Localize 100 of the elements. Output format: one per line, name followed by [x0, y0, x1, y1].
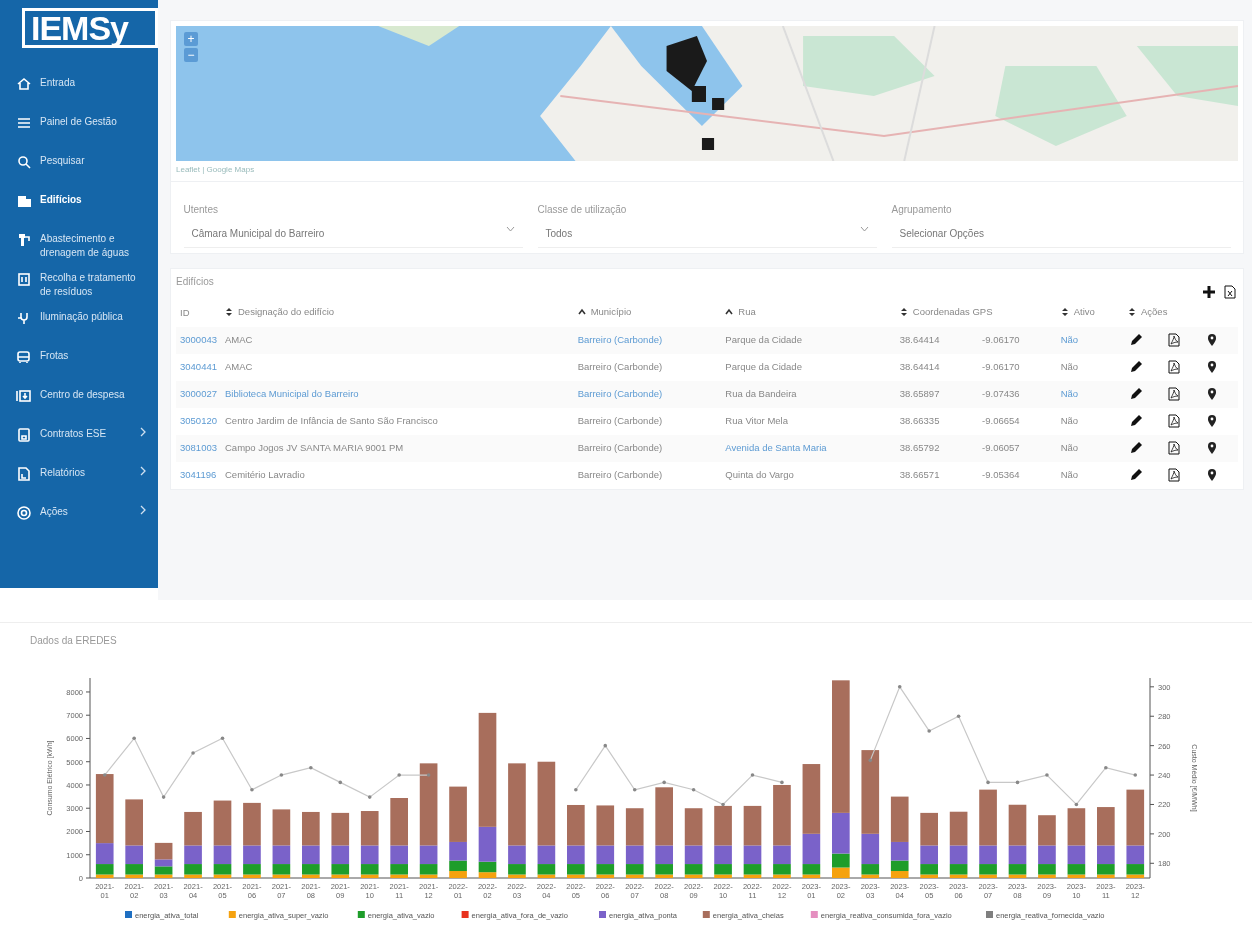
- table-cell: Não: [1060, 360, 1079, 372]
- line-point: [279, 773, 284, 777]
- sidebar-item[interactable]: Painel de Gestão: [0, 115, 158, 154]
- sort-icon[interactable]: [225, 306, 233, 317]
- chevron-icon: [505, 225, 515, 232]
- id-link[interactable]: 3050120: [180, 414, 217, 426]
- line-point: [750, 773, 755, 777]
- line-point: [397, 773, 401, 777]
- legend-swatch: [357, 911, 365, 918]
- chevron-icon: [140, 505, 146, 515]
- sidebar-item[interactable]: Entrada: [0, 76, 158, 115]
- table-cell: Barreiro (Carbonde): [577, 441, 663, 453]
- column-header: Rua: [738, 304, 756, 319]
- add-button[interactable]: [1201, 283, 1217, 300]
- table-cell: -9.06654: [982, 414, 1020, 426]
- legend-swatch: [702, 911, 710, 918]
- building-link[interactable]: Biblioteca Municipal do Barreiro: [225, 387, 359, 399]
- table-cell: Não: [1060, 414, 1079, 426]
- line-point: [1074, 802, 1079, 807]
- target-icon: [16, 505, 32, 521]
- column-header: ID: [180, 305, 190, 320]
- table-cell: Parque da Cidade: [725, 333, 802, 345]
- line-point: [426, 773, 431, 777]
- document-icon: [16, 466, 32, 482]
- edit-button[interactable]: [1128, 359, 1144, 375]
- sidebar-item[interactable]: Iluminação pública: [0, 310, 158, 349]
- list-icon: [16, 115, 32, 131]
- pdf-button[interactable]: [1166, 386, 1182, 402]
- column-header: Ativo: [1073, 304, 1095, 319]
- table-cell: -9.06057: [982, 441, 1020, 453]
- sidebar-item[interactable]: Frotas: [0, 349, 158, 388]
- edit-button[interactable]: [1128, 440, 1144, 456]
- sort-ascending-icon[interactable]: [577, 306, 586, 317]
- pdf-button[interactable]: [1166, 359, 1182, 375]
- map-attribution: Leaflet | Google Maps: [176, 164, 256, 176]
- sidebar-item[interactable]: Contratos ESE: [0, 427, 158, 466]
- edit-button[interactable]: [1128, 413, 1144, 429]
- zoom-out-button[interactable]: −: [184, 48, 198, 62]
- sidebar-item[interactable]: Ações: [0, 505, 158, 544]
- logo: IEMSy: [22, 8, 158, 48]
- bar-segment: [832, 867, 850, 878]
- line-point: [927, 729, 931, 733]
- table-cell: 38.65897: [899, 387, 940, 399]
- sort-icon[interactable]: [1128, 306, 1136, 317]
- table-title: Edifícios: [176, 274, 214, 289]
- pdf-button[interactable]: [1166, 440, 1182, 456]
- field-label: Utentes: [183, 203, 219, 217]
- zoom-in-button[interactable]: +: [184, 32, 198, 46]
- id-link[interactable]: 3041196: [180, 468, 217, 480]
- table-cell: AMAC: [225, 360, 253, 372]
- table-cell: Não: [1060, 468, 1079, 480]
- status-link[interactable]: Não: [1060, 333, 1079, 345]
- table-cell: -9.07436: [982, 387, 1020, 399]
- line-point: [1133, 773, 1138, 777]
- line-point: [191, 751, 195, 755]
- edit-button[interactable]: [1128, 467, 1144, 483]
- table-cell: AMAC: [225, 333, 253, 345]
- line-point: [897, 685, 902, 689]
- table-cell: 38.64414: [899, 360, 940, 372]
- pdf-button[interactable]: [1166, 413, 1182, 429]
- table-cell: -9.05364: [982, 468, 1020, 480]
- edit-button[interactable]: [1128, 332, 1144, 348]
- line-point: [1045, 773, 1049, 777]
- column-header: Coordenadas GPS: [912, 304, 993, 319]
- sidebar-item[interactable]: Centro de despesa: [0, 388, 158, 427]
- line-point: [102, 773, 107, 777]
- sidebar-item[interactable]: Relatórios: [0, 466, 158, 505]
- table-cell: Barreiro (Carbonde): [577, 468, 663, 480]
- sort-icon[interactable]: [899, 306, 908, 317]
- sort-icon[interactable]: [1060, 306, 1069, 317]
- chevron-icon: [140, 427, 146, 437]
- table-cell: Campo Jogos JV SANTA MARIA 9001 PM: [225, 441, 404, 453]
- sidebar-item[interactable]: Abastecimento e drenagem de águas: [0, 232, 158, 271]
- table-cell: Quinta do Vargo: [725, 468, 794, 480]
- line-point: [603, 743, 608, 748]
- line-point: [367, 795, 372, 799]
- column-header: Designação do edifício: [238, 304, 335, 319]
- line-point: [721, 802, 725, 807]
- field-label: Classe de utilização: [537, 203, 628, 217]
- pdf-button[interactable]: [1166, 332, 1182, 348]
- excel-export-button[interactable]: [1222, 283, 1238, 300]
- edit-button[interactable]: [1128, 386, 1144, 402]
- line-point: [1104, 765, 1108, 770]
- table-cell: Barreiro (Carbonde): [577, 414, 663, 426]
- search-icon: [16, 154, 32, 170]
- table-cell: 38.65792: [899, 441, 940, 453]
- sort-ascending-icon[interactable]: [725, 306, 734, 317]
- sidebar-item[interactable]: Edifícios: [0, 193, 158, 232]
- table-cell: Centro Jardim de Infância de Santo São Francisco: [225, 414, 438, 426]
- line-point: [691, 787, 696, 792]
- pdf-button[interactable]: [1166, 467, 1182, 483]
- table-cell: Rua Vitor Mela: [725, 414, 788, 426]
- status-link[interactable]: Não: [1060, 387, 1079, 399]
- id-link[interactable]: 3040441: [180, 360, 217, 372]
- trash-icon: [16, 271, 32, 287]
- home-icon: [16, 76, 32, 92]
- field-label: Agrupamento: [891, 203, 953, 217]
- sidebar-item[interactable]: Recolha e tratamento de resíduos: [0, 271, 158, 310]
- sidebar-item[interactable]: Pesquisar: [0, 154, 158, 193]
- line-point: [986, 780, 990, 785]
